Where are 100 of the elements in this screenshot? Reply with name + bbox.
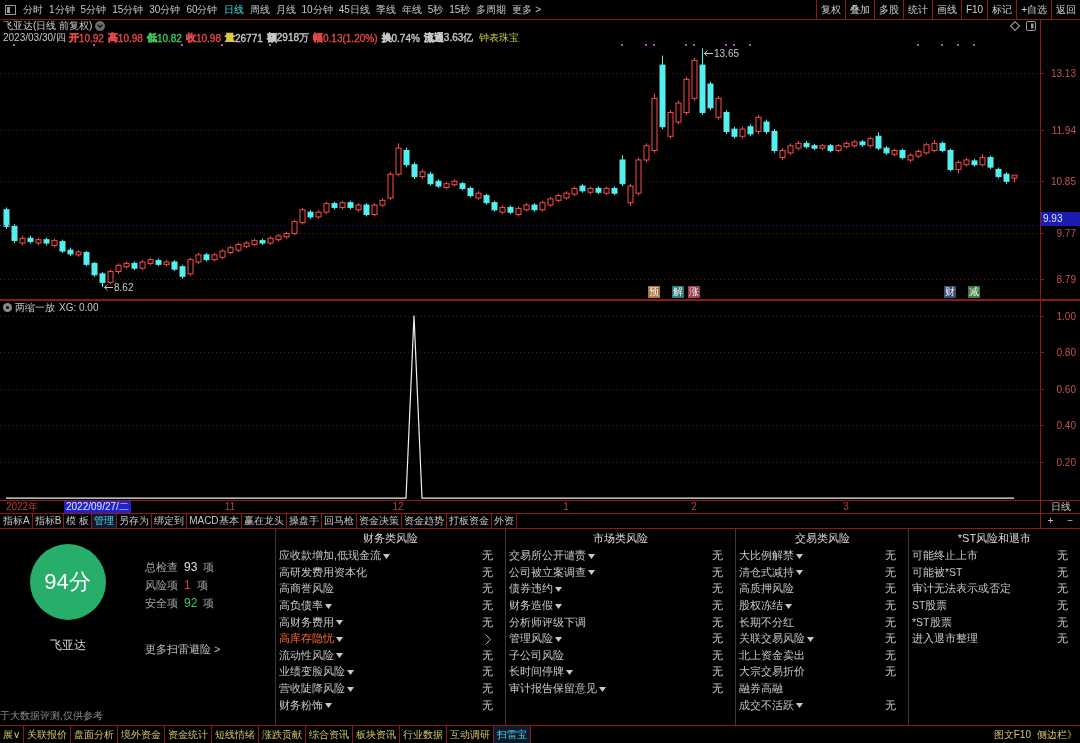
tool-button[interactable]: F10 [960,0,988,19]
indicator-tab[interactable]: 另存为 [117,514,153,528]
period-tab[interactable]: 季线 [372,0,399,19]
risk-item[interactable]: 流动性风险 [279,648,334,663]
caret-down-icon[interactable] [325,603,332,609]
risk-item[interactable]: 大比例解禁 [739,549,794,564]
risk-item[interactable]: 高库存隐忧 [279,632,334,647]
tool-button[interactable]: 复权 [815,0,845,19]
bottom-tab[interactable]: 涨跌贡献 [259,726,307,743]
caret-down-icon[interactable] [336,620,343,626]
caret-down-icon[interactable] [347,686,354,692]
zoom-button[interactable]: − [1061,514,1080,528]
risk-item[interactable]: 审计无法表示或否定 [912,582,1011,597]
bottom-tab[interactable]: 关联报价 [24,726,72,743]
period-tab[interactable]: 月线 [272,0,299,19]
risk-item[interactable]: 业绩变脸风险 [279,665,345,680]
risk-item[interactable]: 公司被立案调查 [509,565,586,580]
caret-down-icon[interactable] [807,636,814,642]
period-tab[interactable]: 5秒 [424,0,447,19]
caret-down-icon[interactable] [566,669,573,675]
caret-down-icon[interactable] [325,703,332,709]
indicator-tab[interactable]: 赢在龙头 [241,514,287,528]
risk-item[interactable]: 融券高融 [739,682,783,697]
side-link[interactable]: 侧边栏》 [1034,726,1080,743]
caret-down-icon[interactable] [347,669,354,675]
risk-item[interactable]: 清仓式减持 [739,565,794,580]
risk-item[interactable]: 债券违约 [509,582,553,597]
indicator-tab[interactable]: 指标B [32,514,65,528]
caret-down-icon[interactable] [796,553,803,559]
square-icon[interactable] [1026,21,1036,31]
indicator-tab[interactable]: 资金决策 [356,514,402,528]
risk-item[interactable]: 交易所公开谴责 [509,549,586,564]
event-tag[interactable]: 财 [944,286,956,298]
bottom-tab[interactable]: 行业数据 [400,726,448,743]
caret-down-icon[interactable] [588,553,595,559]
risk-item[interactable]: 应收款增加,低现金流 [279,549,381,564]
risk-item[interactable]: ST股票 [912,599,948,614]
bottom-tab[interactable]: 盘面分析 [71,726,119,743]
bottom-tab[interactable]: 板块资讯 [353,726,401,743]
period-tab[interactable]: 60分钟 [183,0,221,19]
indicator-tab[interactable]: 指标A [1,514,33,528]
zoom-button[interactable]: + [1041,514,1060,528]
risk-item[interactable]: 高研发费用资本化 [279,565,367,580]
tool-button[interactable]: 多股 [873,0,903,19]
period-tab[interactable]: 45日线 [335,0,373,19]
caret-down-icon[interactable] [336,636,343,642]
indicator-tab[interactable]: 回马枪 [321,514,357,528]
caret-down-icon[interactable] [785,603,792,609]
indicator-tab[interactable]: 外资 [491,514,517,528]
indicator-tab[interactable]: 操盘手 [286,514,322,528]
risk-item[interactable]: 可能被*ST [912,565,963,580]
risk-item[interactable]: 营收陡降风险 [279,682,345,697]
event-tag[interactable]: 涨 [688,286,700,298]
tool-button[interactable]: 标记 [987,0,1017,19]
period-tab[interactable]: 5分钟 [77,0,110,19]
caret-down-icon[interactable] [555,636,562,642]
indicator-tab[interactable]: 绑定到 [152,514,188,528]
tool-button[interactable]: 统计 [902,0,932,19]
event-tag[interactable]: 解 [672,286,684,298]
risk-item[interactable]: 高负债率 [279,599,323,614]
risk-item[interactable]: 进入退市整理 [912,632,978,647]
period-tab[interactable]: 15分钟 [109,0,147,19]
period-tab[interactable]: 15秒 [446,0,474,19]
risk-item[interactable]: 股权冻结 [739,599,783,614]
risk-item[interactable]: 长时间停牌 [509,665,564,680]
period-tab[interactable]: 分时 [20,0,46,19]
period-tab[interactable]: 1分钟 [46,0,78,19]
bottom-tab[interactable]: 短线情绪 [212,726,260,743]
event-tag[interactable]: 减 [968,286,980,298]
risk-item[interactable]: 高财务费用 [279,615,334,630]
tool-button[interactable]: 返回 [1051,0,1080,19]
caret-down-icon[interactable] [588,570,595,576]
risk-item[interactable]: 分析师评级下调 [509,615,586,630]
side-link[interactable]: 图文F10 [990,726,1034,743]
risk-item[interactable]: 审计报告保留意见 [509,682,597,697]
caret-down-icon[interactable] [382,553,390,559]
period-tab[interactable]: 日线 [220,0,247,19]
risk-item[interactable]: 北上资金卖出 [739,648,805,663]
risk-item[interactable]: 可能终止上市 [912,549,978,564]
tool-button[interactable]: 画线 [931,0,961,19]
bottom-tab[interactable]: 扫雷宝 [494,726,532,743]
circle-dot-icon[interactable] [3,303,12,312]
more-link[interactable]: 更多扫雷避险 > [145,642,221,657]
risk-item[interactable]: 高商誉风险 [279,582,334,597]
risk-item[interactable]: 长期不分红 [739,615,794,630]
indicator-tab[interactable]: MACD基本 [187,514,242,528]
caret-down-icon[interactable] [796,570,803,576]
chevron-right-icon[interactable] [485,633,491,645]
indicator-tab[interactable]: 管理 [92,514,118,528]
indicator-tab[interactable]: 打板资金 [446,514,492,528]
diamond-icon[interactable] [1010,21,1020,31]
caret-down-icon[interactable] [555,603,562,609]
risk-item[interactable]: 关联交易风险 [739,632,805,647]
caret-down-icon[interactable] [555,587,562,592]
bottom-tab[interactable]: 综合资讯 [306,726,354,743]
risk-item[interactable]: *ST股票 [912,615,952,630]
period-tab[interactable]: 年线 [398,0,425,19]
caret-down-icon[interactable] [599,686,606,692]
bottom-tab[interactable]: 境外资金 [118,726,166,743]
more-button[interactable]: 更多 > [509,0,545,19]
